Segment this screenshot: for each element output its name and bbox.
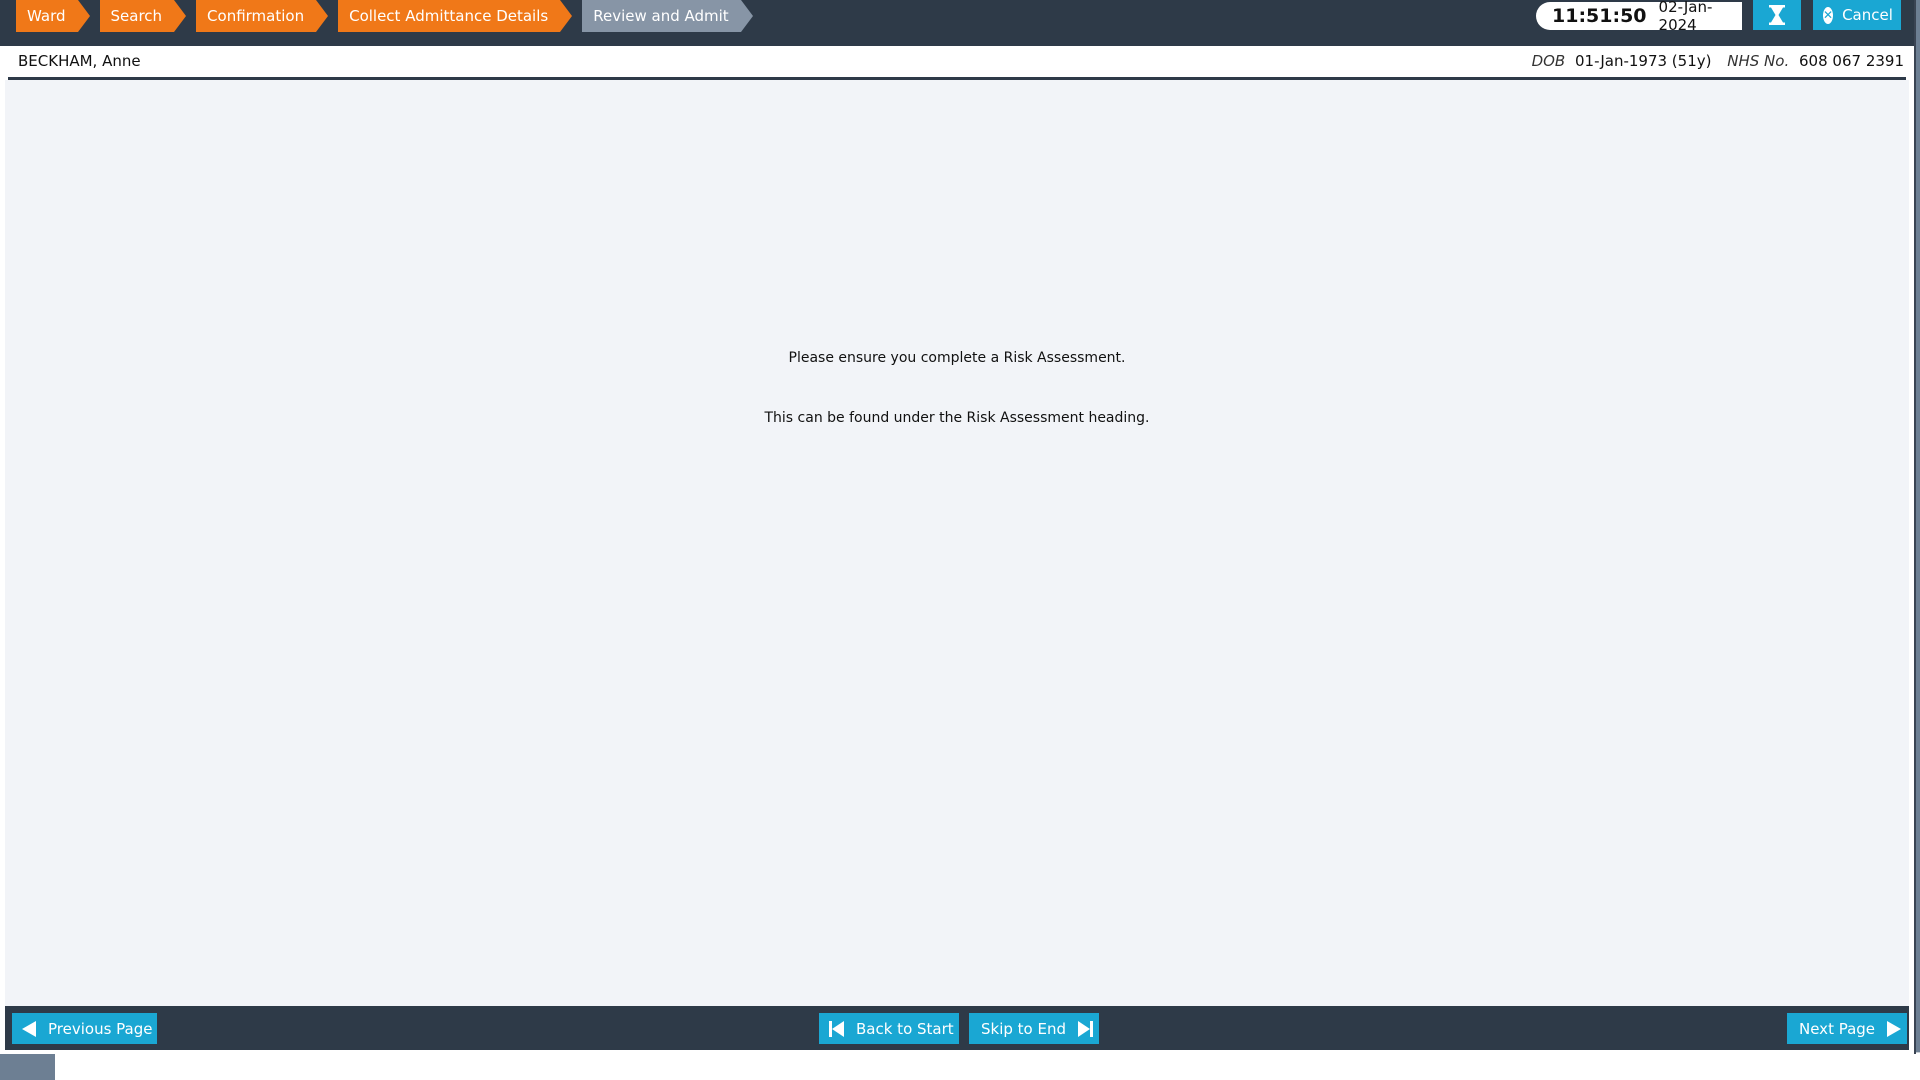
- next-page-button[interactable]: Next Page: [1787, 1013, 1907, 1044]
- footer-nav-bar: Previous Page Back to Start Skip to End …: [5, 1006, 1909, 1050]
- skip-to-end-label: Skip to End: [981, 1019, 1066, 1038]
- arrow-right-icon: [1887, 1020, 1902, 1037]
- main-content: Please ensure you complete a Risk Assess…: [5, 80, 1909, 1006]
- back-to-start-button[interactable]: Back to Start: [819, 1013, 959, 1044]
- breadcrumb-search[interactable]: Search: [99, 0, 186, 32]
- previous-page-label: Previous Page: [48, 1019, 153, 1038]
- background-window-strip: [55, 1052, 1920, 1080]
- dob-label: DOB: [1531, 52, 1566, 70]
- clock-time: 11:51:50: [1552, 5, 1647, 27]
- nhs-value: 608 067 2391: [1799, 52, 1904, 70]
- risk-assessment-message: Please ensure you complete a Risk Assess…: [788, 350, 1126, 366]
- clock-date: 02-Jan-2024: [1658, 0, 1713, 34]
- hourglass-icon: [1769, 5, 1785, 25]
- dob-value: 01-Jan-1973 (51y): [1575, 52, 1712, 70]
- close-circle-icon: ✕: [1823, 6, 1834, 24]
- patient-identifiers: DOB 01-Jan-1973 (51y) NHS No. 608 067 23…: [1532, 52, 1904, 70]
- breadcrumb-ward[interactable]: Ward: [16, 0, 89, 32]
- clock-display: 11:51:50 02-Jan-2024: [1536, 0, 1742, 34]
- cancel-label: Cancel: [1842, 6, 1893, 24]
- skip-to-end-button[interactable]: Skip to End: [969, 1013, 1099, 1044]
- breadcrumb: Ward Search Confirmation Collect Admitta…: [16, 0, 763, 32]
- nhs-label: NHS No.: [1727, 52, 1790, 70]
- risk-assessment-hint: This can be found under the Risk Assessm…: [764, 410, 1150, 426]
- breadcrumb-review-and-admit: Review and Admit: [582, 0, 754, 32]
- patient-name: BECKHAM, Anne: [18, 52, 141, 70]
- arrow-left-icon: [22, 1020, 36, 1037]
- breadcrumb-confirmation[interactable]: Confirmation: [196, 0, 329, 32]
- hourglass-button[interactable]: [1753, 0, 1801, 30]
- skip-to-end-icon: [1078, 1020, 1093, 1037]
- skip-to-start-icon: [829, 1020, 844, 1037]
- back-to-start-label: Back to Start: [856, 1019, 954, 1038]
- top-bar: Ward Search Confirmation Collect Admitta…: [0, 0, 1914, 46]
- patient-banner: BECKHAM, Anne DOB 01-Jan-1973 (51y) NHS …: [8, 46, 1906, 80]
- previous-page-button[interactable]: Previous Page: [12, 1013, 157, 1044]
- app-window: Ward Search Confirmation Collect Admitta…: [0, 0, 1916, 1054]
- breadcrumb-collect-admittance-details[interactable]: Collect Admittance Details: [338, 0, 573, 32]
- next-page-label: Next Page: [1799, 1019, 1876, 1038]
- cancel-button[interactable]: ✕ Cancel: [1813, 0, 1901, 30]
